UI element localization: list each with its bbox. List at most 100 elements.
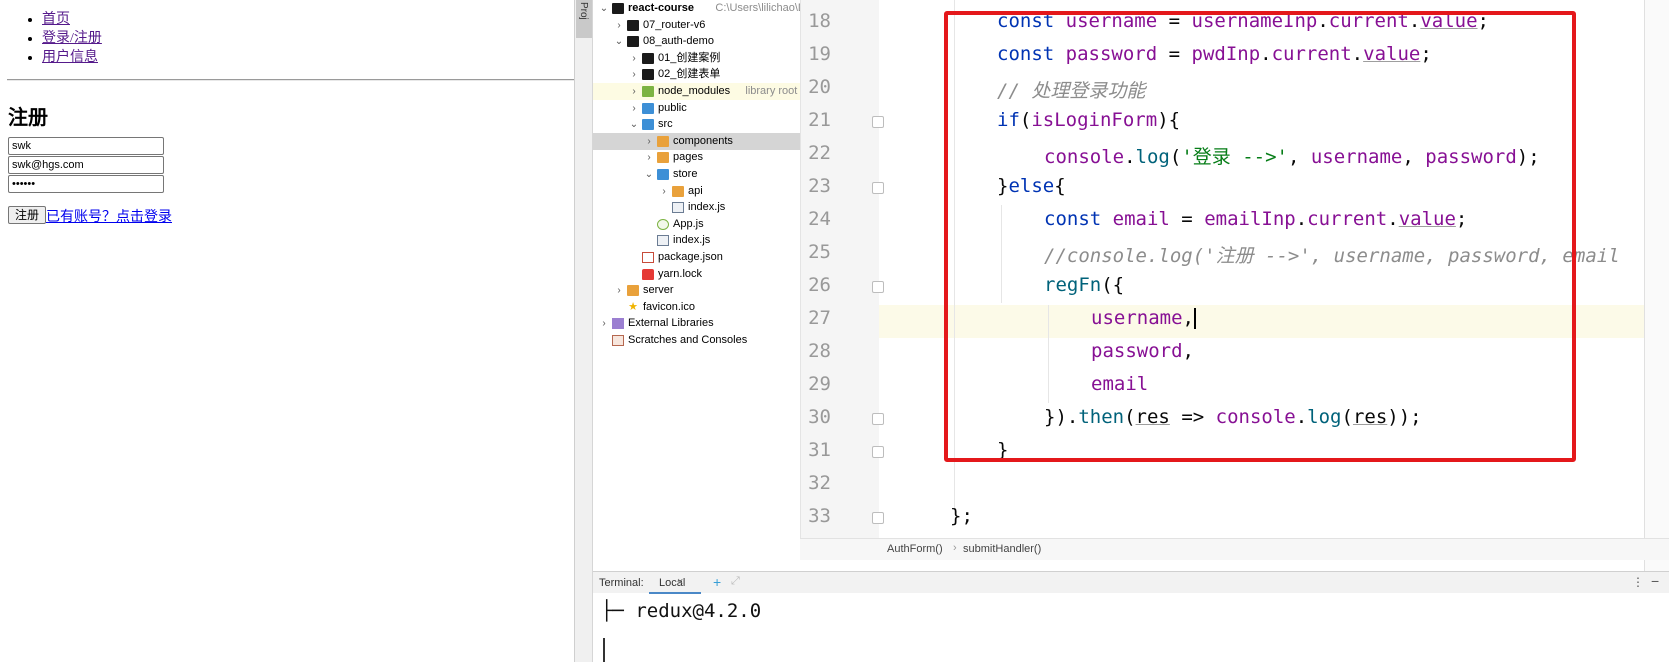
tree-item[interactable]: › External Libraries <box>593 315 800 332</box>
project-tool-tab[interactable]: Proj <box>576 0 592 38</box>
tree-item-label: node_modules <box>658 85 731 97</box>
project-tab-label: Proj <box>578 2 589 20</box>
tree-item[interactable]: › node_modules library root <box>593 83 800 100</box>
breadcrumb-item-submithandler[interactable]: submitHandler() <box>963 543 1041 555</box>
expand-icon[interactable]: ⤢ <box>731 575 740 588</box>
tree-item-label: favicon.ico <box>643 300 695 313</box>
line-number: 19 <box>808 43 831 65</box>
tree-item-label: react-course <box>628 2 695 14</box>
folder-icon <box>642 119 654 131</box>
chevron-down-icon[interactable]: ⌄ <box>614 33 624 50</box>
tree-item[interactable]: ⌄ src <box>593 116 800 133</box>
tree-item[interactable]: ⌄ 08_auth-demo <box>593 33 800 50</box>
chevron-right-icon[interactable]: › <box>629 100 639 117</box>
folder-icon <box>627 19 639 31</box>
nav-link-home[interactable]: 首页 <box>42 12 70 27</box>
chevron-down-icon[interactable]: ⌄ <box>629 116 639 133</box>
tree-item[interactable]: ★ favicon.ico <box>593 299 800 316</box>
login-link[interactable]: 已有账号？点击登录 <box>46 206 172 226</box>
tree-item-label: pages <box>673 151 703 164</box>
folder-icon <box>672 185 684 197</box>
file-icon <box>642 252 654 263</box>
nav-link-auth[interactable]: 登录/注册 <box>42 31 102 46</box>
folder-icon <box>657 152 669 164</box>
tree-item-label: components <box>673 134 733 147</box>
line-number: 30 <box>808 406 831 428</box>
folder-icon <box>642 86 654 97</box>
terminal-output[interactable]: ├─ redux@4.2.0 <box>593 594 1669 662</box>
tree-item[interactable]: App.js <box>593 216 800 233</box>
tree-item-hint: C:\Users\lilichao\De <box>715 2 800 14</box>
close-icon[interactable]: × <box>677 576 683 588</box>
project-tree: ⌄ react-course C:\Users\lilichao\De › 07_rou… <box>593 0 800 585</box>
line-number: 33 <box>808 505 831 527</box>
line-number: 20 <box>808 76 831 98</box>
folder-icon <box>612 3 624 14</box>
chevron-right-icon[interactable]: › <box>629 66 639 83</box>
folder-icon <box>642 69 654 81</box>
chevron-down-icon[interactable]: ⌄ <box>644 166 654 183</box>
chevron-right-icon[interactable]: › <box>599 315 609 332</box>
tree-item[interactable]: package.json <box>593 249 800 266</box>
tree-item[interactable]: › api <box>593 183 800 200</box>
folder-icon <box>627 36 639 48</box>
page-title: 注册 <box>8 107 48 129</box>
line-gutter: 18 19 20 21 22 23 24 25 26 27 28 29 30 31 32 33 <box>801 0 884 538</box>
tree-item[interactable]: › public <box>593 100 800 117</box>
nav-item-profile: 用户信息 <box>42 48 102 67</box>
chevron-right-icon[interactable]: › <box>614 282 624 299</box>
nav-link-profile[interactable]: 用户信息 <box>42 50 98 65</box>
file-icon <box>657 235 669 247</box>
nav-item-home: 首页 <box>42 10 102 29</box>
terminal-tab-local[interactable]: Local <box>649 572 701 594</box>
chevron-right-icon[interactable]: › <box>629 83 639 100</box>
tree-item[interactable]: yarn.lock <box>593 266 800 283</box>
tree-item-hint: library root <box>745 85 798 97</box>
file-icon: ★ <box>628 300 638 313</box>
chevron-right-icon[interactable]: › <box>644 149 654 166</box>
tree-item-label: src <box>658 118 673 131</box>
tree-item-label: package.json <box>658 251 723 263</box>
breadcrumb-item-authform[interactable]: AuthForm() <box>887 543 943 555</box>
register-button[interactable]: 注册 <box>8 206 46 224</box>
email-input[interactable] <box>8 156 164 174</box>
ide-window: Proj ⌄ react-course C:\Users\lilichao\De › 0… <box>574 0 1669 662</box>
more-icon[interactable]: ⋮ <box>1632 575 1644 589</box>
chevron-right-icon[interactable]: › <box>644 133 654 150</box>
line-number: 27 <box>808 307 831 329</box>
chevron-right-icon[interactable]: › <box>629 50 639 67</box>
tree-item[interactable]: › 01_创建案例 <box>593 50 800 67</box>
line-number: 25 <box>808 241 831 263</box>
folder-icon <box>657 169 669 180</box>
tree-item-label: index.js <box>688 201 726 214</box>
minimize-icon[interactable]: − <box>1651 573 1659 589</box>
chevron-right-icon[interactable]: › <box>659 183 669 200</box>
line-number: 31 <box>808 439 831 461</box>
tree-item[interactable]: index.js <box>593 232 800 249</box>
line-number: 28 <box>808 340 831 362</box>
password-input[interactable] <box>8 175 164 193</box>
chevron-down-icon[interactable]: ⌄ <box>599 0 609 17</box>
tree-item[interactable]: › pages <box>593 149 800 166</box>
browser-page: 首页 登录/注册 用户信息 注册 注册 已有账号？点击登录 <box>0 0 574 662</box>
chevron-right-icon[interactable]: › <box>614 17 624 34</box>
tree-item[interactable]: › 07_router-v6 <box>593 17 800 34</box>
tree-item[interactable]: ⌄ react-course C:\Users\lilichao\De <box>593 0 800 17</box>
add-icon[interactable]: + <box>713 574 721 590</box>
folder-icon <box>642 52 654 64</box>
tree-item[interactable]: › components <box>593 132 800 150</box>
tree-item-label: Scratches and Consoles <box>628 334 748 346</box>
tree-item-label: server <box>643 284 674 297</box>
code-line-33: }; <box>950 505 973 527</box>
tree-item-label: App.js <box>673 217 704 230</box>
tree-item[interactable]: ⌄ store <box>593 166 800 183</box>
tree-item-label: 07_router-v6 <box>643 18 706 31</box>
tree-item[interactable]: index.js <box>593 199 800 216</box>
file-icon <box>642 268 654 280</box>
line-number: 29 <box>808 373 831 395</box>
tree-item[interactable]: Scratches and Consoles <box>593 332 800 349</box>
username-input[interactable] <box>8 137 164 155</box>
tree-item[interactable]: › 02_创建表单 <box>593 66 800 83</box>
tree-item[interactable]: › server <box>593 282 800 299</box>
terminal-line: ├─ redux@4.2.0 <box>601 600 762 622</box>
